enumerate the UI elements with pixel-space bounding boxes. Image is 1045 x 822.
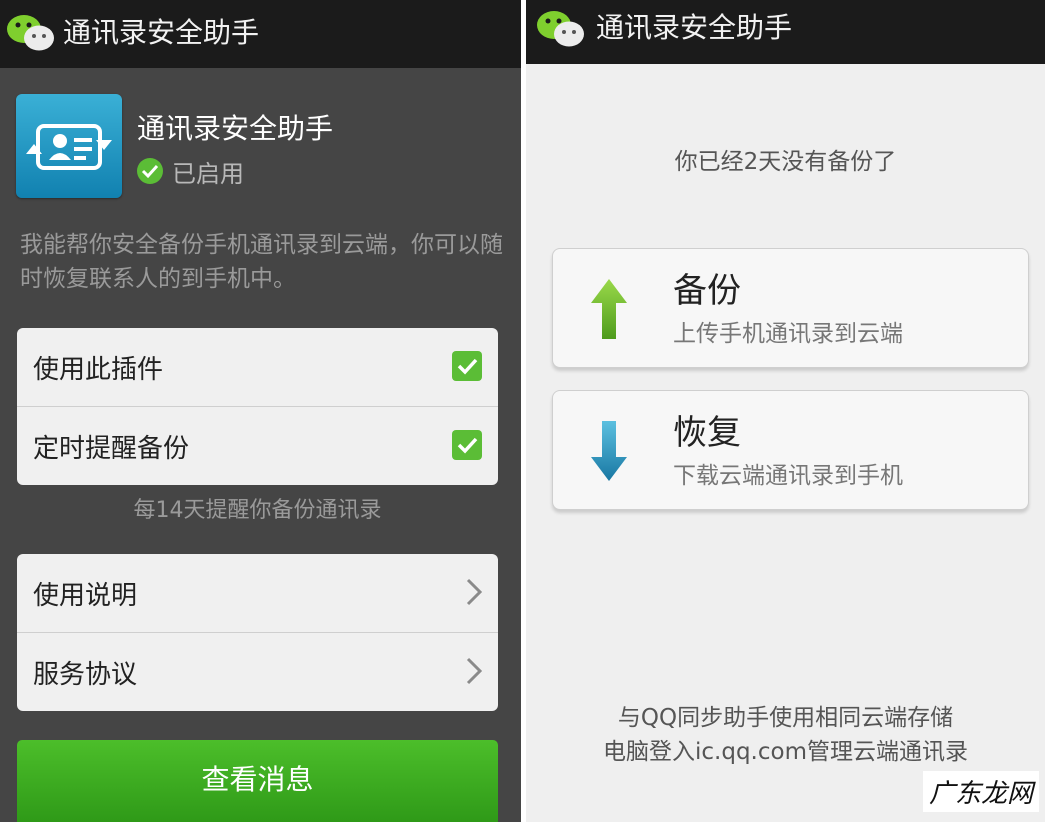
checkmark-icon: [457, 437, 478, 454]
backup-panel: 通讯录安全助手 你已经2天没有备份了 备份 上传手机通讯录到云端 恢复 下载云端…: [526, 0, 1045, 822]
settings-panel: 通讯录安全助手 通讯录安全助手 已启用 我能帮你安全备份手机通讯录到云端，你可以…: [0, 0, 521, 822]
settings-card: 使用此插件 定时提醒备份: [17, 328, 498, 485]
reminder-note: 每14天提醒你备份通讯录: [133, 498, 382, 523]
plugin-name: 通讯录安全助手: [137, 112, 334, 145]
use-plugin-label: 使用此插件: [33, 354, 164, 385]
app-title: 通讯录安全助手: [596, 11, 793, 44]
chevron-right-icon: [466, 657, 483, 685]
contacts-assistant-icon: [16, 94, 122, 198]
check-circle-icon: [137, 158, 163, 184]
chevron-right-icon: [466, 578, 483, 606]
instructions-label: 使用说明: [33, 580, 138, 611]
backup-title: 备份: [673, 271, 741, 311]
arrow-down-icon: [591, 421, 627, 481]
instructions-link[interactable]: 使用说明: [17, 554, 498, 633]
use-plugin-row[interactable]: 使用此插件: [17, 328, 498, 407]
sync-info-line2: 电脑登入ic.qq.com管理云端通讯录: [603, 739, 968, 765]
wechat-logo-icon: [7, 15, 54, 51]
app-title: 通讯录安全助手: [63, 16, 260, 49]
restore-button[interactable]: 恢复 下载云端通讯录到手机: [552, 390, 1029, 510]
watermark: 广东龙网: [922, 771, 1039, 812]
last-backup-status: 你已经2天没有备份了: [674, 149, 897, 175]
arrow-up-icon: [591, 279, 627, 339]
checkmark-icon: [457, 358, 478, 375]
title-bar: 通讯录安全助手: [526, 0, 1045, 64]
links-card: 使用说明 服务协议: [17, 554, 498, 711]
backup-button[interactable]: 备份 上传手机通讯录到云端: [552, 248, 1029, 368]
restore-title: 恢复: [673, 413, 741, 453]
backup-reminder-checkbox[interactable]: [452, 430, 482, 460]
status-text: 已启用: [172, 159, 244, 188]
wechat-logo-icon: [537, 11, 584, 47]
backup-reminder-row[interactable]: 定时提醒备份: [17, 407, 498, 485]
terms-link[interactable]: 服务协议: [17, 633, 498, 711]
backup-reminder-label: 定时提醒备份: [33, 433, 190, 464]
enabled-status: 已启用: [136, 155, 244, 188]
restore-subtitle: 下载云端通讯录到手机: [673, 463, 903, 489]
plugin-description: 我能帮你安全备份手机通讯录到云端，你可以随时恢复联系人的到手机中。: [20, 232, 503, 292]
backup-subtitle: 上传手机通讯录到云端: [673, 321, 903, 347]
view-messages-button[interactable]: 查看消息: [17, 740, 498, 822]
sync-info-line1: 与QQ同步助手使用相同云端存储: [617, 705, 954, 731]
view-messages-label: 查看消息: [201, 763, 314, 796]
use-plugin-checkbox[interactable]: [452, 351, 482, 381]
title-bar: 通讯录安全助手: [0, 0, 521, 68]
terms-label: 服务协议: [33, 659, 138, 690]
